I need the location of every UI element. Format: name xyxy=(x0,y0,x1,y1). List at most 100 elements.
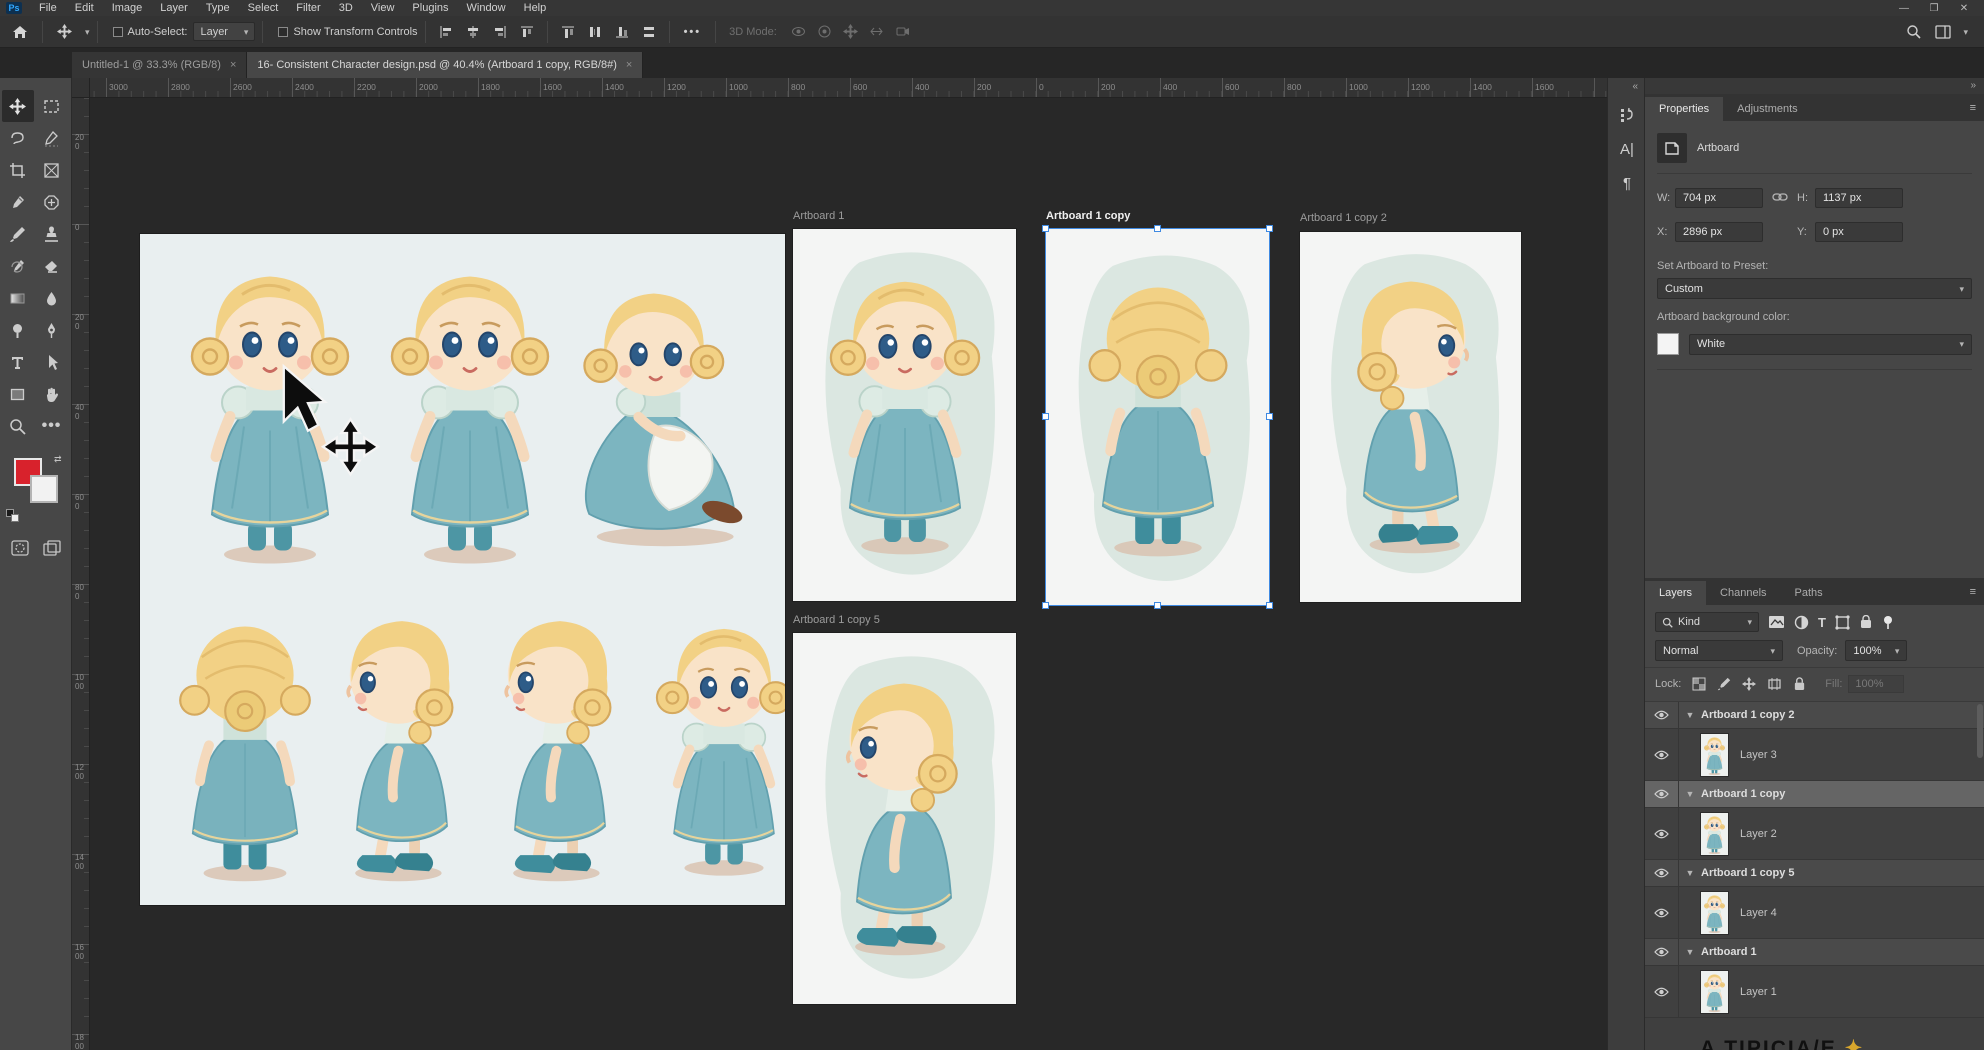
layer-thumbnail[interactable] xyxy=(1701,971,1728,1013)
layer-row[interactable]: ▼ Artboard 1 copy 5 xyxy=(1645,860,1984,887)
layer-name[interactable]: Artboard 1 xyxy=(1701,946,1757,958)
search-icon[interactable] xyxy=(1906,24,1921,39)
menu-item[interactable]: Plugins xyxy=(403,0,457,16)
document-tab[interactable]: Untitled-1 @ 33.3% (RGB/8) × xyxy=(72,52,247,78)
group-chevron-icon[interactable]: ▼ xyxy=(1679,789,1701,799)
auto-select-checkbox[interactable] xyxy=(113,27,123,37)
layer-name[interactable]: Layer 1 xyxy=(1740,986,1777,998)
3d-rotate-icon[interactable] xyxy=(791,24,806,39)
align-top-edges-icon[interactable] xyxy=(520,25,534,39)
x-field[interactable]: 2896 px xyxy=(1675,222,1763,242)
close-icon[interactable]: ✕ xyxy=(1958,3,1970,14)
swap-colors-icon[interactable]: ⇄ xyxy=(54,454,62,465)
visibility-eye-icon[interactable] xyxy=(1645,781,1679,807)
lock-position-icon[interactable] xyxy=(1742,677,1756,691)
frame-tool[interactable] xyxy=(36,154,68,186)
zoom-tool[interactable] xyxy=(2,410,34,442)
artboard-label[interactable]: Artboard 1 copy 2 xyxy=(1300,212,1387,224)
panel-menu-icon[interactable]: ≡ xyxy=(1970,102,1976,114)
tab-adjustments[interactable]: Adjustments xyxy=(1723,97,1812,121)
tab-channels[interactable]: Channels xyxy=(1706,581,1780,605)
lock-image-pixels-icon[interactable] xyxy=(1717,677,1731,691)
artboard-1-copy-5[interactable] xyxy=(793,633,1016,1004)
layer-row[interactable]: ▼ Layer 2 xyxy=(1645,808,1984,860)
align-right-edges-icon[interactable] xyxy=(493,25,507,39)
layer-row[interactable]: ▼ Artboard 1 xyxy=(1645,939,1984,966)
move-options-chevron-icon[interactable] xyxy=(79,26,90,38)
tab-close-icon[interactable]: × xyxy=(626,59,632,71)
distribute-bottom-edges-icon[interactable] xyxy=(615,25,629,39)
artboard-1-copy[interactable] xyxy=(1046,229,1269,605)
lock-artboard-nesting-icon[interactable] xyxy=(1767,677,1782,691)
healing-brush-tool[interactable] xyxy=(36,186,68,218)
3d-slide-icon[interactable] xyxy=(869,24,884,39)
menu-item[interactable]: 3D xyxy=(330,0,362,16)
fill-value-field[interactable]: 100% xyxy=(1848,675,1904,693)
align-left-edges-icon[interactable] xyxy=(439,25,453,39)
layer-filter-dropdown[interactable]: Kind xyxy=(1655,612,1759,632)
auto-select-dropdown[interactable]: Layer xyxy=(193,22,255,41)
height-field[interactable]: 1137 px xyxy=(1815,188,1903,208)
filter-pixel-layers-icon[interactable] xyxy=(1768,615,1785,629)
visibility-eye-icon[interactable] xyxy=(1645,939,1679,965)
layer-row[interactable]: ▼ Artboard 1 copy xyxy=(1645,781,1984,808)
preset-dropdown[interactable]: Custom xyxy=(1657,278,1972,299)
menu-item[interactable]: Type xyxy=(197,0,239,16)
clone-stamp-tool[interactable] xyxy=(36,218,68,250)
lock-transparent-pixels-icon[interactable] xyxy=(1692,677,1706,691)
artboard-bg-dropdown[interactable]: White xyxy=(1689,334,1972,355)
layer-row[interactable]: ▼ Layer 3 xyxy=(1645,729,1984,781)
group-chevron-icon[interactable]: ▼ xyxy=(1679,710,1701,720)
minimize-icon[interactable]: — xyxy=(1898,3,1910,14)
layer-name[interactable]: Layer 2 xyxy=(1740,828,1777,840)
visibility-eye-icon[interactable] xyxy=(1645,729,1679,780)
filter-toggle-pin-icon[interactable] xyxy=(1882,615,1894,630)
layer-name[interactable]: Artboard 1 copy 2 xyxy=(1701,709,1795,721)
dodge-tool[interactable] xyxy=(2,314,34,346)
menu-item[interactable]: Select xyxy=(239,0,288,16)
path-selection-tool[interactable] xyxy=(36,346,68,378)
layer-name[interactable]: Artboard 1 copy 5 xyxy=(1701,867,1795,879)
layer-thumbnail[interactable] xyxy=(1701,813,1728,855)
gradient-tool[interactable] xyxy=(2,282,34,314)
show-transform-checkbox[interactable] xyxy=(278,27,288,37)
tab-layers[interactable]: Layers xyxy=(1645,581,1706,605)
blur-tool[interactable] xyxy=(36,282,68,314)
group-chevron-icon[interactable]: ▼ xyxy=(1679,947,1701,957)
move-tool-options-icon[interactable] xyxy=(50,24,79,39)
menu-item[interactable]: Edit xyxy=(66,0,103,16)
artboard-label[interactable]: Artboard 1 copy 5 xyxy=(793,614,880,626)
document-tab[interactable]: 16- Consistent Character design.psd @ 40… xyxy=(247,52,643,78)
width-field[interactable]: 704 px xyxy=(1675,188,1763,208)
menu-item[interactable]: Help xyxy=(515,0,556,16)
pen-tool[interactable] xyxy=(36,314,68,346)
layers-scrollbar[interactable] xyxy=(1977,704,1983,758)
pasteboard[interactable]: Artboard 1 Artboard 1 copy Artboard 1 co… xyxy=(90,98,1607,1050)
tab-paths[interactable]: Paths xyxy=(1781,581,1837,605)
filter-type-layers-icon[interactable]: T xyxy=(1818,615,1826,630)
3d-scale-icon[interactable] xyxy=(895,24,910,39)
visibility-eye-icon[interactable] xyxy=(1645,966,1679,1017)
panel-menu-icon[interactable]: ≡ xyxy=(1970,586,1976,598)
filter-smart-objects-icon[interactable] xyxy=(1859,615,1873,630)
artboard-label-selected[interactable]: Artboard 1 copy xyxy=(1046,210,1130,222)
menu-item[interactable]: File xyxy=(30,0,66,16)
paragraph-panel-icon[interactable]: ¶ xyxy=(1608,166,1646,200)
menu-item[interactable]: Window xyxy=(458,0,515,16)
layer-row[interactable]: ▼ Artboard 1 copy 2 xyxy=(1645,702,1984,729)
tab-properties[interactable]: Properties xyxy=(1645,97,1723,121)
background-color-swatch[interactable] xyxy=(30,475,58,503)
layer-name[interactable]: Layer 3 xyxy=(1740,749,1777,761)
layer-thumbnail[interactable] xyxy=(1701,734,1728,776)
workspace-switcher-icon[interactable] xyxy=(1935,25,1951,39)
type-tool[interactable] xyxy=(2,346,34,378)
object-selection-tool[interactable] xyxy=(36,122,68,154)
character-sheet-image[interactable] xyxy=(140,234,785,905)
lock-all-icon[interactable] xyxy=(1793,677,1806,691)
filter-adjustment-layers-icon[interactable] xyxy=(1794,615,1809,630)
menu-item[interactable]: View xyxy=(362,0,404,16)
expand-panels-icon[interactable]: « xyxy=(1608,78,1644,98)
eyedropper-tool[interactable] xyxy=(2,186,34,218)
align-horizontal-centers-icon[interactable] xyxy=(466,25,480,39)
menu-item[interactable]: Image xyxy=(103,0,152,16)
